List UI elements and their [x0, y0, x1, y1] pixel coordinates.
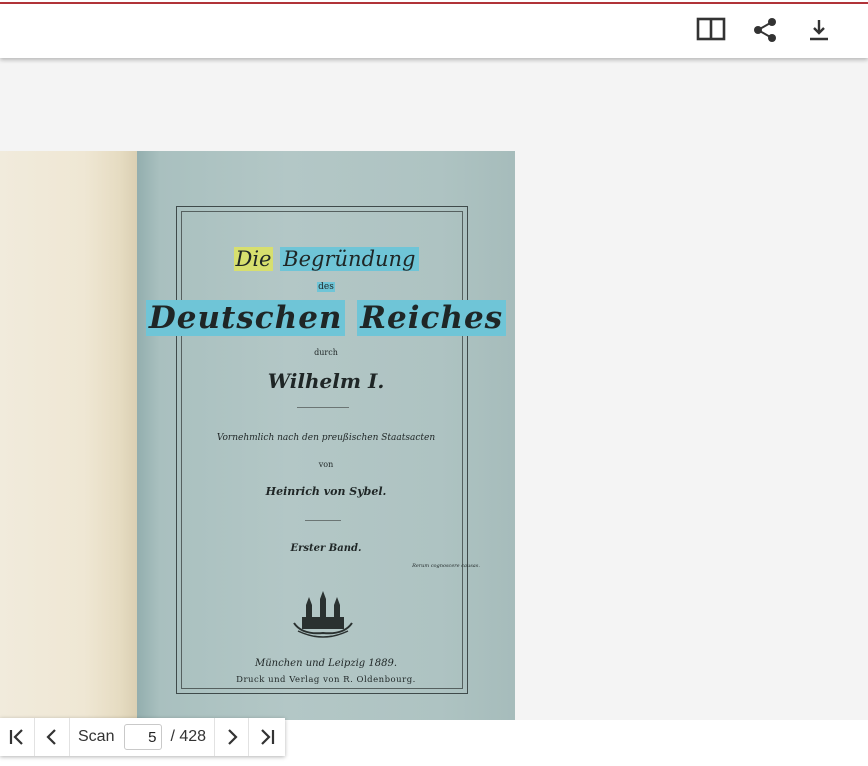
place-and-year: München und Leipzig 1889. — [255, 658, 397, 669]
publisher: Druck und Verlag von R. Oldenbourg. — [236, 675, 416, 685]
book-view-button[interactable] — [695, 14, 727, 46]
author: Heinrich von Sybel. — [265, 485, 387, 498]
share-icon — [754, 18, 776, 42]
motto: Rerum cognoscere causas. — [412, 563, 480, 569]
scan-viewer[interactable]: Die Begründung des Deutschen Reiches dur… — [0, 58, 868, 720]
divider — [297, 407, 349, 408]
right-page-scan: Die Begründung des Deutschen Reiches dur… — [137, 151, 515, 720]
title-line-1: Die Begründung — [137, 247, 515, 271]
first-page-icon — [9, 729, 23, 745]
last-page-icon — [260, 729, 274, 745]
title-word-begruendung: Begründung — [280, 247, 419, 271]
share-button[interactable] — [749, 14, 781, 46]
title-line-3: Deutschen Reiches — [137, 300, 515, 336]
last-page-button[interactable] — [249, 718, 284, 756]
title-word-die: Die — [233, 247, 274, 271]
title-word-reiches: Reiches — [357, 300, 507, 336]
next-page-icon — [227, 729, 238, 745]
publisher-emblem-icon — [293, 591, 353, 638]
title-line-5: Wilhelm I. — [267, 369, 385, 393]
left-page-scan — [0, 151, 140, 720]
subtitle: Vornehmlich nach den preußischen Staatsa… — [216, 433, 436, 443]
divider — [305, 520, 341, 521]
title-line-4: durch — [314, 348, 338, 357]
title-line-2: des — [317, 282, 335, 292]
previous-page-button[interactable] — [35, 718, 70, 756]
first-page-button[interactable] — [0, 718, 35, 756]
page-navigation-bar: Scan / 428 — [0, 718, 285, 756]
title-word-deutschen: Deutschen — [145, 300, 346, 336]
book-view-icon — [696, 17, 726, 41]
by-line: von — [318, 460, 334, 469]
total-pages: / 428 — [170, 728, 207, 745]
volume: Erster Band. — [290, 543, 362, 554]
previous-page-icon — [46, 729, 56, 745]
download-icon — [810, 20, 828, 41]
page-number-input[interactable] — [124, 724, 163, 750]
viewer-toolbar — [0, 4, 868, 58]
next-page-button[interactable] — [214, 718, 250, 756]
download-button[interactable] — [803, 14, 835, 46]
scan-label: Scan — [78, 728, 115, 745]
